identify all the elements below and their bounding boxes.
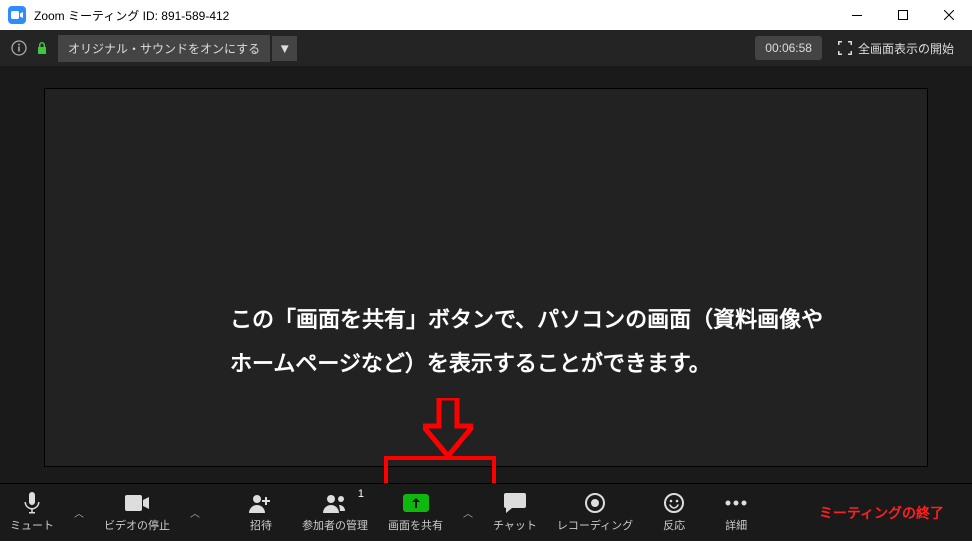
video-area [44, 88, 928, 467]
info-icon[interactable] [10, 39, 28, 57]
record-label: レコーディング [557, 517, 633, 533]
minimize-button[interactable] [834, 0, 880, 30]
chat-button[interactable]: チャット [483, 484, 547, 542]
end-meeting-button[interactable]: ミーティングの終了 [807, 495, 956, 531]
original-sound-dropdown[interactable]: ▼ [272, 36, 297, 61]
microphone-icon [23, 491, 41, 515]
fullscreen-label: 全画面表示の開始 [858, 40, 954, 57]
more-button[interactable]: 詳細 [705, 484, 767, 542]
invite-icon [249, 491, 273, 515]
video-button[interactable]: ビデオの停止 [94, 484, 180, 542]
zoom-logo-icon [8, 6, 26, 24]
reactions-icon [664, 491, 684, 515]
window-titlebar: Zoom ミーティング ID: 891-589-412 [0, 0, 972, 30]
encryption-lock-icon[interactable] [36, 41, 50, 55]
record-icon [585, 491, 605, 515]
fullscreen-icon [838, 41, 852, 55]
fullscreen-button[interactable]: 全画面表示の開始 [830, 35, 962, 62]
meeting-timer: 00:06:58 [755, 36, 822, 60]
instruction-text: この「画面を共有」ボタンで、パソコンの画面（資料画像やホームページなど）を表示す… [230, 298, 842, 386]
participants-label: 参加者の管理 [302, 517, 368, 533]
top-toolbar: オリジナル・サウンドをオンにする ▼ 00:06:58 全画面表示の開始 [0, 30, 972, 66]
arrow-down-icon [423, 398, 473, 456]
close-button[interactable] [926, 0, 972, 30]
audio-options-caret[interactable]: ︿ [64, 505, 94, 520]
record-button[interactable]: レコーディング [547, 484, 643, 542]
share-screen-icon [403, 494, 429, 512]
video-options-caret[interactable]: ︿ [180, 505, 210, 520]
chat-label: チャット [493, 517, 537, 533]
chat-icon [504, 491, 526, 515]
participants-count: 1 [358, 488, 364, 500]
reactions-button[interactable]: 反応 [643, 484, 705, 542]
more-label: 詳細 [725, 517, 747, 533]
participants-icon [322, 491, 348, 515]
reactions-label: 反応 [663, 517, 685, 533]
share-label: 画面を共有 [388, 517, 443, 533]
share-options-caret[interactable]: ︿ [453, 505, 483, 520]
mute-label: ミュート [10, 517, 54, 533]
video-icon [125, 491, 149, 515]
bottom-toolbar: ミュート ︿ ビデオの停止 ︿ 招待 1 参加者の管理 [0, 483, 972, 541]
invite-button[interactable]: 招待 [230, 484, 292, 542]
original-sound-button[interactable]: オリジナル・サウンドをオンにする [58, 35, 270, 62]
share-screen-button[interactable]: 画面を共有 [378, 484, 453, 542]
zoom-window: Zoom ミーティング ID: 891-589-412 オリジナル・サウンドをオ… [0, 0, 972, 541]
mute-button[interactable]: ミュート [0, 484, 64, 542]
more-icon [725, 491, 747, 515]
maximize-button[interactable] [880, 0, 926, 30]
video-label: ビデオの停止 [104, 517, 170, 533]
window-title: Zoom ミーティング ID: 891-589-412 [34, 7, 834, 24]
participants-button[interactable]: 1 参加者の管理 [292, 484, 378, 542]
invite-label: 招待 [250, 517, 272, 533]
